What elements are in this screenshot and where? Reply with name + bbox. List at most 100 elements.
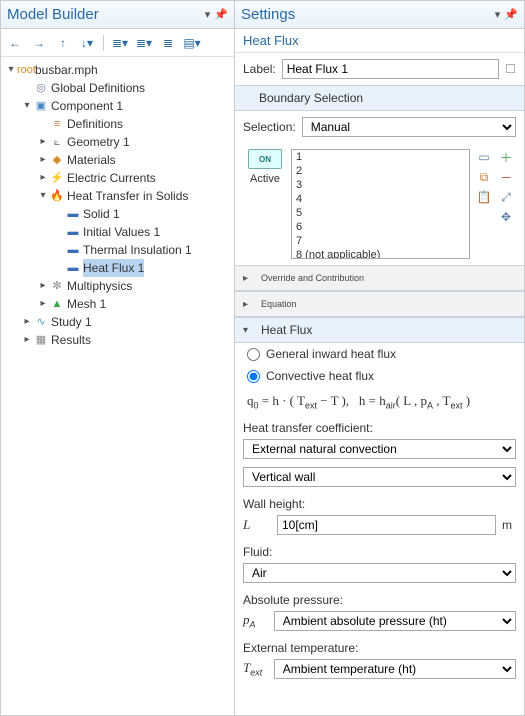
radio-convective-label: Convective heat flux [266,369,374,383]
tree-item-label: Heat Transfer in Solids [67,187,188,205]
boundary-item[interactable]: 7 [292,234,469,248]
tree-node[interactable]: ▬Initial Values 1 [1,223,234,241]
tree-item-label: Heat Flux 1 [83,259,144,277]
tree-node[interactable]: ▾▣Component 1 [1,97,234,115]
heatflux-section[interactable]: ▾ Heat Flux [235,317,524,343]
tree-item-icon: ▬ [65,205,81,223]
tree-node[interactable]: ▸◆Materials [1,151,234,169]
fluid-dropdown[interactable]: Air [243,563,516,583]
boundary-item[interactable]: 8 (not applicable) [292,248,469,259]
boundary-item[interactable]: 1 [292,150,469,164]
radio-general-label: General inward heat flux [266,347,396,361]
tree-node[interactable]: ▸∿Study 1 [1,313,234,331]
model-tree[interactable]: ▾rootbusbar.mph◎Global Definitions▾▣Comp… [1,57,234,715]
tree-node[interactable]: ◎Global Definitions [1,79,234,97]
copy-icon[interactable]: ⧉ [476,169,492,185]
model-builder-panel: Model Builder ▾ 📌 ← → ↑ ↓▾ ≣▾ ≣▾ ≣ ▤▾ ▾r… [0,0,234,716]
tree-twisty-icon[interactable]: ▸ [21,313,33,331]
boundary-item[interactable]: 6 [292,220,469,234]
tree-node[interactable]: ▸▲Mesh 1 [1,295,234,313]
tree-twisty-icon[interactable]: ▾ [21,97,33,115]
tree-node[interactable]: ≡Definitions [1,115,234,133]
tree-node[interactable]: ▬Heat Flux 1 [1,259,234,277]
tree-item-label: Solid 1 [83,205,120,223]
expand-icon[interactable]: ≣▾ [134,33,154,53]
radio-convective-row[interactable]: Convective heat flux [235,365,524,387]
remove-icon[interactable]: － [498,169,514,185]
tree-item-label: Geometry 1 [67,133,130,151]
tree-node[interactable]: ▸⟀Geometry 1 [1,133,234,151]
fluid-label: Fluid: [235,541,524,561]
radio-convective[interactable] [247,370,260,383]
boundary-selection-title: Boundary Selection [243,91,363,105]
radio-general[interactable] [247,348,260,361]
tree-node[interactable]: ▾rootbusbar.mph [1,61,234,79]
settings-pin-icon[interactable]: 📌 [504,8,518,21]
collapse-all-icon[interactable]: ≣▾ [110,33,130,53]
tree-twisty-icon[interactable]: ▸ [37,151,49,169]
htc-label: Heat transfer coefficient: [235,417,524,437]
nav-down-icon[interactable]: ↓▾ [77,33,97,53]
settings-title: Settings [241,6,491,23]
tree-item-icon: ▬ [65,241,81,259]
toolbar-separator [103,35,104,51]
tree-item-label: busbar.mph [35,61,98,79]
boundary-item[interactable]: 2 [292,164,469,178]
select-all-icon[interactable]: ✥ [498,209,514,225]
nav-back-icon[interactable]: ← [5,33,25,53]
tree-node[interactable]: ▸✼Multiphysics [1,277,234,295]
tree-twisty-icon[interactable]: ▾ [5,61,17,79]
tree-item-label: Thermal Insulation 1 [83,241,192,259]
add-icon[interactable]: ＋ [498,149,514,165]
boundary-selection-header[interactable]: Boundary Selection [235,85,524,111]
active-label: Active [250,173,280,185]
nav-fwd-icon[interactable]: → [29,33,49,53]
htc-row1: External natural convection [235,437,524,465]
paste-icon[interactable]: 📋 [476,189,492,205]
tree-twisty-icon[interactable]: ▸ [37,169,49,187]
wall-height-input[interactable] [277,515,496,535]
active-toggle[interactable]: ON [248,149,282,169]
tree-item-label: Component 1 [51,97,123,115]
boundary-item[interactable]: 3 [292,178,469,192]
tree-twisty-icon[interactable]: ▾ [37,187,49,205]
htc-row2: Vertical wall [235,465,524,493]
label-row: Label: ☐ [235,53,524,85]
tree-twisty-icon[interactable]: ▸ [21,331,33,349]
pressure-dropdown[interactable]: Ambient absolute pressure (ht) [274,611,516,631]
pin-icon[interactable]: 📌 [214,8,228,21]
tree-node[interactable]: ▾🔥Heat Transfer in Solids [1,187,234,205]
tree-twisty-icon[interactable]: ▸ [37,277,49,295]
ext-temp-dropdown[interactable]: Ambient temperature (ht) [274,659,516,679]
label-caption: Label: [243,62,276,76]
fluid-row: Air [235,561,524,589]
boundary-item[interactable]: 4 [292,192,469,206]
tree-twisty-icon[interactable]: ▸ [37,295,49,313]
override-section[interactable]: ▸ Override and Contribution [235,265,524,291]
tree-node[interactable]: ▬Thermal Insulation 1 [1,241,234,259]
tree-node[interactable]: ▬Solid 1 [1,205,234,223]
htc-geom-dropdown[interactable]: Vertical wall [243,467,516,487]
label-input[interactable] [282,59,500,79]
zoom-icon[interactable]: ⤢ [498,189,514,205]
tree-item-icon: ⚡ [49,169,65,187]
equation-section[interactable]: ▸ Equation [235,291,524,317]
activate-icon[interactable]: ▭ [476,149,492,165]
settings-panel-menu-icon[interactable]: ▾ [495,8,501,21]
tree-twisty-icon[interactable]: ▸ [37,133,49,151]
list-icon[interactable]: ≣ [158,33,178,53]
details-icon[interactable]: ▤▾ [182,33,202,53]
settings-panel: Settings ▾ 📌 Heat Flux Label: ☐ Boundary… [234,0,525,716]
boundary-listbox[interactable]: 12345678 (not applicable) [291,149,470,259]
model-builder-title: Model Builder [7,6,201,23]
label-help-icon[interactable]: ☐ [505,62,516,76]
tree-node[interactable]: ▸⚡Electric Currents [1,169,234,187]
nav-up-icon[interactable]: ↑ [53,33,73,53]
selection-dropdown[interactable]: Manual [302,117,516,137]
panel-menu-icon[interactable]: ▾ [205,8,211,21]
radio-general-row[interactable]: General inward heat flux [235,343,524,365]
boundary-item[interactable]: 5 [292,206,469,220]
htc-type-dropdown[interactable]: External natural convection [243,439,516,459]
tree-item-icon: ▲ [49,295,65,313]
tree-node[interactable]: ▸▦Results [1,331,234,349]
